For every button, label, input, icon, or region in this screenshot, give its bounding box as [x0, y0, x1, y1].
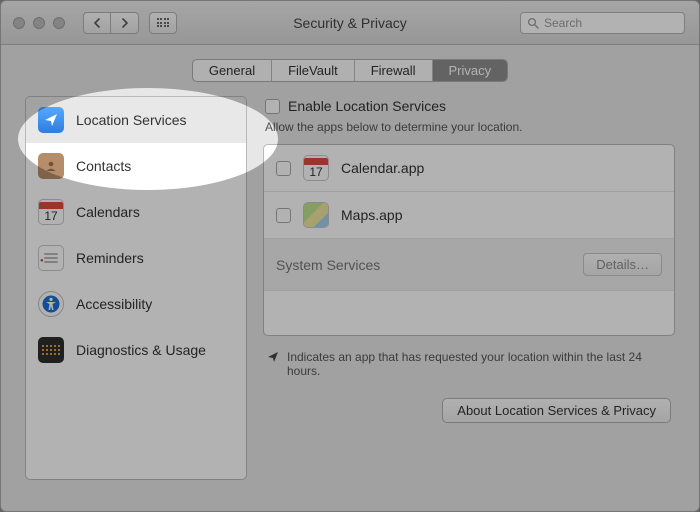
system-services-row: System Services Details… [264, 239, 674, 291]
sidebar-item-calendars[interactable]: 17 Calendars [26, 189, 246, 235]
search-field[interactable]: Search [520, 12, 685, 34]
about-row: About Location Services & Privacy [263, 398, 671, 423]
enable-location-row: Enable Location Services [265, 98, 675, 114]
privacy-sidebar: Location Services Contacts 17 Calendars … [25, 96, 247, 480]
sidebar-item-accessibility[interactable]: Accessibility [26, 281, 246, 327]
list-blank-row [264, 291, 674, 335]
accessibility-icon [38, 291, 64, 317]
calendar-icon: 17 [38, 199, 64, 225]
sidebar-item-contacts[interactable]: Contacts [26, 143, 246, 189]
zoom-window-icon[interactable] [53, 17, 65, 29]
app-checkbox[interactable] [276, 208, 291, 223]
maps-app-icon [303, 202, 329, 228]
about-location-button[interactable]: About Location Services & Privacy [442, 398, 671, 423]
minimize-window-icon[interactable] [33, 17, 45, 29]
tab-filevault[interactable]: FileVault [272, 60, 355, 81]
sidebar-item-label: Accessibility [76, 296, 152, 312]
main-split: Location Services Contacts 17 Calendars … [1, 82, 699, 498]
app-name: Maps.app [341, 207, 402, 223]
show-all-button[interactable] [149, 12, 177, 34]
location-arrow-icon [38, 107, 64, 133]
tab-privacy[interactable]: Privacy [433, 60, 508, 81]
close-window-icon[interactable] [13, 17, 25, 29]
tab-firewall[interactable]: Firewall [355, 60, 433, 81]
enable-location-checkbox[interactable] [265, 99, 280, 114]
contacts-icon [38, 153, 64, 179]
sidebar-item-label: Diagnostics & Usage [76, 342, 206, 358]
sidebar-item-label: Reminders [76, 250, 144, 266]
traffic-lights [13, 17, 65, 29]
app-checkbox[interactable] [276, 161, 291, 176]
sidebar-item-diagnostics[interactable]: Diagnostics & Usage [26, 327, 246, 373]
chevron-left-icon [93, 18, 101, 28]
preferences-window: Security & Privacy Search General FileVa… [0, 0, 700, 512]
location-note-text: Indicates an app that has requested your… [287, 350, 671, 378]
diagnostics-icon [38, 337, 64, 363]
nav-buttons [83, 12, 139, 34]
search-placeholder: Search [544, 16, 582, 30]
grid-icon [157, 18, 170, 27]
forward-button[interactable] [111, 12, 139, 34]
enable-location-subtext: Allow the apps below to determine your l… [265, 120, 675, 134]
sidebar-item-label: Contacts [76, 158, 131, 174]
content-pane: Enable Location Services Allow the apps … [263, 96, 675, 480]
calendar-app-icon: 17 [303, 155, 329, 181]
reminders-icon [38, 245, 64, 271]
location-note: Indicates an app that has requested your… [267, 350, 671, 378]
tabs-row: General FileVault Firewall Privacy [1, 59, 699, 82]
tab-general[interactable]: General [193, 60, 272, 81]
chevron-right-icon [121, 18, 129, 28]
back-button[interactable] [83, 12, 111, 34]
app-list: 17 Calendar.app Maps.app System Services… [263, 144, 675, 336]
sidebar-item-reminders[interactable]: Reminders [26, 235, 246, 281]
tabs: General FileVault Firewall Privacy [192, 59, 508, 82]
enable-location-label: Enable Location Services [288, 98, 446, 114]
sidebar-item-label: Location Services [76, 112, 187, 128]
app-name: Calendar.app [341, 160, 424, 176]
details-button[interactable]: Details… [583, 253, 662, 276]
location-indicator-icon [267, 351, 279, 363]
system-services-label: System Services [276, 257, 380, 273]
sidebar-item-label: Calendars [76, 204, 140, 220]
search-icon [527, 17, 539, 29]
app-row-calendar: 17 Calendar.app [264, 145, 674, 192]
app-row-maps: Maps.app [264, 192, 674, 239]
sidebar-item-location-services[interactable]: Location Services [26, 97, 246, 143]
titlebar: Security & Privacy Search [1, 1, 699, 45]
